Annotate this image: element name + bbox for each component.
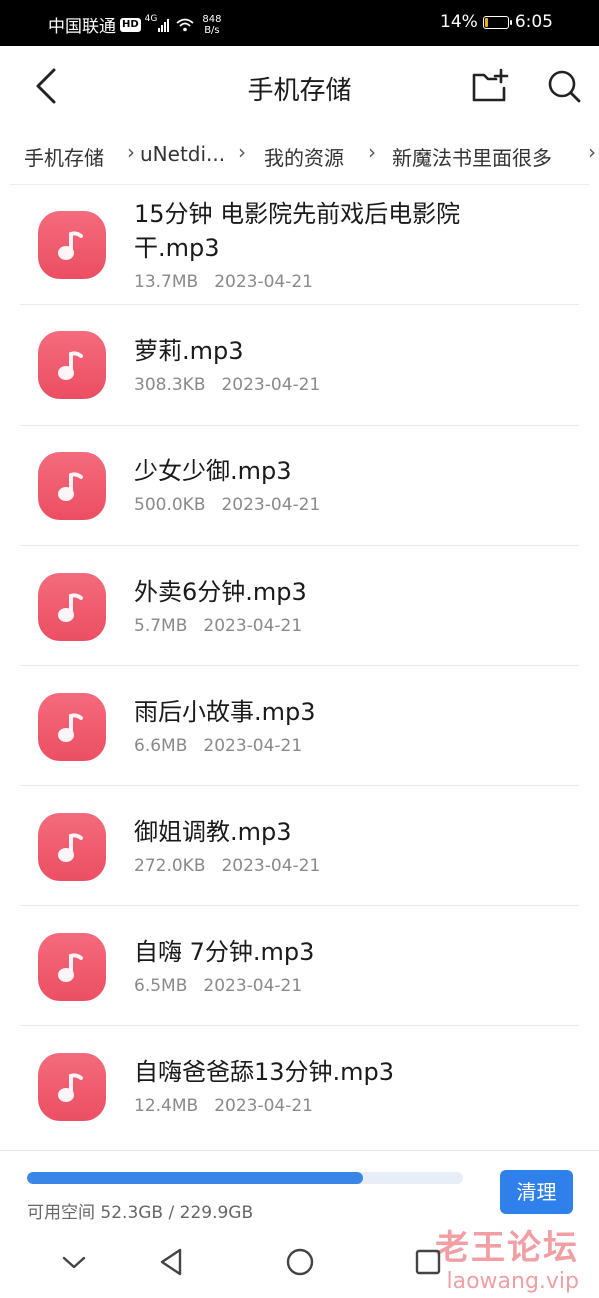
home-circle-icon[interactable] <box>282 1244 318 1280</box>
file-row[interactable]: 外卖6分钟.mp3 5.7MB 2023-04-21 <box>0 545 599 666</box>
signal-icon <box>158 18 170 32</box>
network-speed: 848 B/s <box>202 14 221 36</box>
file-size: 5.7MB <box>134 616 188 636</box>
file-meta: 6.5MB 2023-04-21 <box>134 976 302 996</box>
file-name: 萝莉.mp3 <box>134 337 244 365</box>
music-note-icon <box>38 693 106 761</box>
file-name: 自嗨 7分钟.mp3 <box>134 938 315 966</box>
file-row[interactable]: 自嗨爸爸舔13分钟.mp3 12.4MB 2023-04-21 <box>0 1025 599 1145</box>
file-meta: 500.0KB 2023-04-21 <box>134 495 320 515</box>
clock-time: 6:05 <box>514 12 553 32</box>
hd-badge: HD <box>120 17 141 32</box>
file-date: 2023-04-21 <box>203 616 303 636</box>
status-left: 中国联通 HD 4G 848 B/s <box>48 12 221 38</box>
storage-available-text: 可用空间 52.3GB / 229.9GB <box>27 1203 254 1223</box>
file-date: 2023-04-21 <box>214 272 313 292</box>
music-note-icon <box>38 933 106 1001</box>
recents-square-icon[interactable] <box>410 1244 446 1280</box>
file-name: 雨后小故事.mp3 <box>134 698 316 726</box>
file-name: 御姐调教.mp3 <box>134 818 292 846</box>
file-name-line: 干.mp3 <box>134 234 220 262</box>
battery-fill <box>484 17 488 27</box>
back-triangle-icon[interactable] <box>154 1244 190 1280</box>
storage-progress-bar <box>27 1172 463 1184</box>
breadcrumb-item-unetdisk[interactable]: uNetdi... <box>140 142 225 166</box>
file-date: 2023-04-21 <box>221 495 321 515</box>
battery-percent: 14% <box>440 12 478 32</box>
file-date: 2023-04-21 <box>203 976 303 996</box>
file-row[interactable]: 自嗨 7分钟.mp3 6.5MB 2023-04-21 <box>0 905 599 1026</box>
file-size: 6.6MB <box>134 736 188 756</box>
file-size: 500.0KB <box>134 495 206 515</box>
breadcrumb-separator: › <box>368 140 376 164</box>
file-name-line: 15分钟 电影院先前戏后电影院 <box>134 200 461 228</box>
wifi-icon <box>176 18 194 31</box>
file-name: 外卖6分钟.mp3 <box>134 578 307 606</box>
file-size: 272.0KB <box>134 856 206 876</box>
file-date: 2023-04-21 <box>203 736 303 756</box>
music-note-icon <box>38 452 106 520</box>
file-date: 2023-04-21 <box>221 375 321 395</box>
file-meta: 12.4MB 2023-04-21 <box>134 1096 313 1116</box>
search-icon[interactable] <box>544 66 584 106</box>
file-size: 308.3KB <box>134 375 206 395</box>
music-note-icon <box>38 813 106 881</box>
file-meta: 6.6MB 2023-04-21 <box>134 736 302 756</box>
file-size: 13.7MB <box>134 272 199 292</box>
music-note-icon <box>38 573 106 641</box>
file-size: 12.4MB <box>134 1096 199 1116</box>
battery-icon <box>482 15 512 29</box>
breadcrumb-item-resources[interactable]: 我的资源 <box>264 142 344 171</box>
file-size: 6.5MB <box>134 976 188 996</box>
clean-button[interactable]: 清理 <box>500 1170 573 1214</box>
file-row[interactable]: 萝莉.mp3 308.3KB 2023-04-21 <box>0 305 599 426</box>
file-name: 自嗨爸爸舔13分钟.mp3 <box>134 1058 395 1086</box>
file-meta: 308.3KB 2023-04-21 <box>134 375 320 395</box>
divider <box>0 1150 599 1151</box>
breadcrumb-separator: › <box>127 140 135 164</box>
file-meta: 13.7MB 2023-04-21 <box>134 272 313 292</box>
speed-unit: B/s <box>204 24 220 36</box>
breadcrumb: 手机存储 › uNetdi... › 我的资源 › 新魔法书里面很多 › <box>0 132 599 178</box>
file-row[interactable]: 御姐调教.mp3 272.0KB 2023-04-21 <box>0 785 599 906</box>
status-right: 14% 6:05 <box>440 12 553 32</box>
navigation-bar <box>0 1230 599 1298</box>
file-meta: 272.0KB 2023-04-21 <box>134 856 320 876</box>
app-bar: 手机存储 <box>0 46 599 126</box>
breadcrumb-item-storage[interactable]: 手机存储 <box>24 142 104 171</box>
file-row[interactable]: 雨后小故事.mp3 6.6MB 2023-04-21 <box>0 665 599 786</box>
chevron-down-icon[interactable] <box>56 1244 92 1280</box>
music-note-icon <box>38 211 106 279</box>
file-date: 2023-04-21 <box>214 1096 313 1116</box>
file-meta: 5.7MB 2023-04-21 <box>134 616 302 636</box>
breadcrumb-separator: › <box>238 140 246 164</box>
music-note-icon <box>38 331 106 399</box>
file-name: 15分钟 电影院先前戏后电影院 干.mp3 <box>134 197 534 265</box>
file-row[interactable]: 15分钟 电影院先前戏后电影院 干.mp3 13.7MB 2023-04-21 <box>0 185 599 305</box>
file-date: 2023-04-21 <box>221 856 321 876</box>
breadcrumb-separator: › <box>588 140 596 164</box>
music-note-icon <box>38 1053 106 1121</box>
speed-value: 848 <box>202 13 222 25</box>
breadcrumb-item-current[interactable]: 新魔法书里面很多 <box>392 142 552 171</box>
status-bar: 中国联通 HD 4G 848 B/s 14% 6:05 <box>0 0 599 46</box>
storage-progress-fill <box>27 1172 363 1184</box>
file-row[interactable]: 少女少御.mp3 500.0KB 2023-04-21 <box>0 425 599 546</box>
new-folder-icon[interactable] <box>470 66 510 106</box>
network-type: 4G <box>144 13 158 24</box>
file-name: 少女少御.mp3 <box>134 457 292 485</box>
carrier-name: 中国联通 <box>48 17 116 37</box>
